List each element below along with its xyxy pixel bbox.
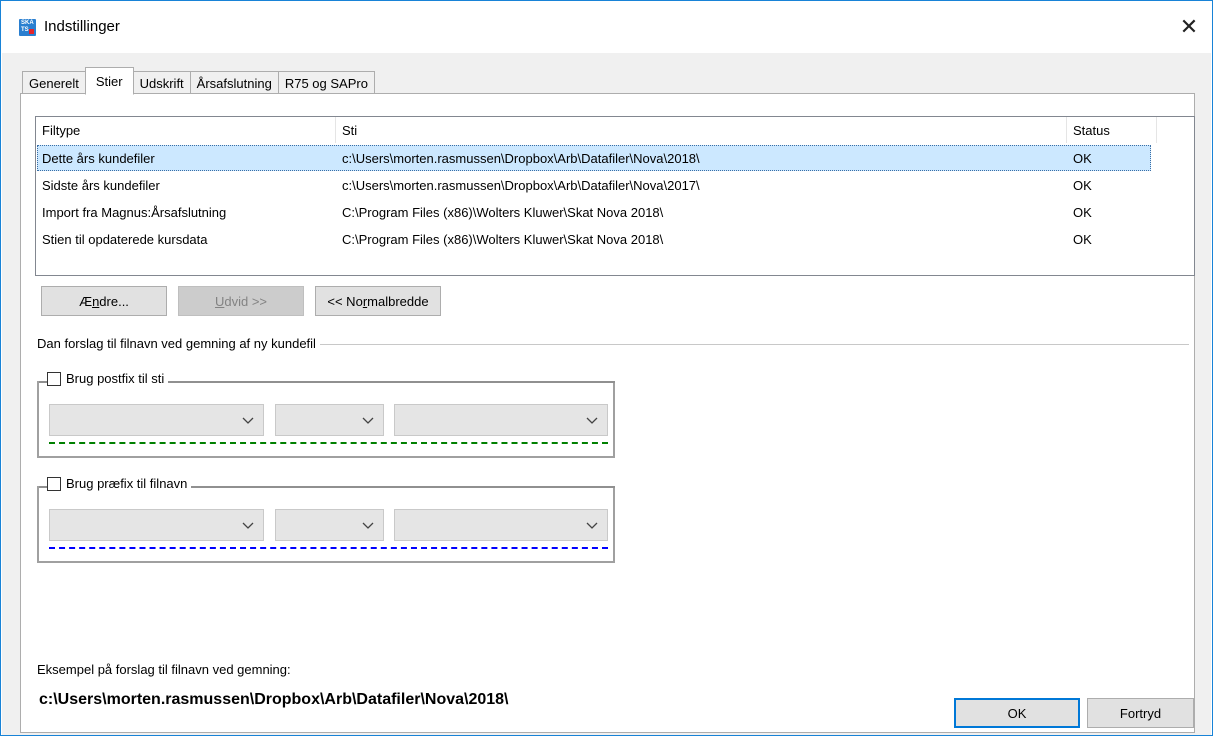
prefix-checkbox-label: Brug præfix til filnavn xyxy=(66,476,188,491)
cell-sti: C:\Program Files (x86)\Wolters Kluwer\Sk… xyxy=(342,231,664,247)
cell-filtype: Stien til opdaterede kursdata xyxy=(42,231,208,247)
prefix-combo-3[interactable] xyxy=(394,509,608,541)
table-row[interactable]: Dette års kundefiler c:\Users\morten.ras… xyxy=(37,145,1151,171)
tab-panel-stier: Filtype Sti Status Dette års kundefiler … xyxy=(20,93,1195,733)
close-button[interactable]: ✕ xyxy=(1166,1,1212,53)
table-row[interactable]: Stien til opdaterede kursdata C:\Program… xyxy=(37,226,1151,252)
aendre-button[interactable]: Æn dre... xyxy=(41,286,167,316)
prefix-checkbox[interactable] xyxy=(47,476,61,491)
column-header-sti[interactable]: Sti xyxy=(336,117,1067,143)
aendre-label-pre: Æ xyxy=(79,293,93,309)
app-icon-text-bottom: TS xyxy=(21,27,29,33)
postfix-combo-3[interactable] xyxy=(394,404,608,436)
cell-filtype: Sidste års kundefiler xyxy=(42,177,160,193)
cell-filtype: Import fra Magnus:Årsafslutning xyxy=(42,204,227,220)
cell-status: OK xyxy=(1073,204,1092,220)
tab-udskrift[interactable]: Udskrift xyxy=(133,71,190,95)
app-icon: SKA TS xyxy=(19,19,36,36)
app-icon-dot xyxy=(29,29,34,34)
udvid-button[interactable]: Udvid >> xyxy=(178,286,304,316)
example-value: c:\Users\morten.rasmussen\Dropbox\Arb\Da… xyxy=(39,691,509,708)
close-icon: ✕ xyxy=(1179,14,1199,39)
normalbredde-button[interactable]: << No r malbredde xyxy=(315,286,441,316)
prefix-combo-1[interactable] xyxy=(49,509,264,541)
udvid-label-accel: U xyxy=(214,293,225,309)
chevron-down-icon xyxy=(362,522,374,529)
example-label: Eksempel på forslag til filnavn ved gemn… xyxy=(37,662,291,677)
tab-stier[interactable]: Stier xyxy=(84,67,134,95)
title-bar: SKA TS Indstillinger ✕ xyxy=(1,1,1212,53)
tab-generelt[interactable]: Generelt xyxy=(22,71,85,95)
aendre-label-post: dre... xyxy=(99,293,129,309)
cell-sti: C:\Program Files (x86)\Wolters Kluwer\Sk… xyxy=(342,204,664,220)
postfix-frame: Brug postfix til sti xyxy=(37,371,615,458)
chevron-down-icon xyxy=(586,417,598,424)
prefix-combo-2[interactable] xyxy=(275,509,384,541)
table-row[interactable]: Sidste års kundefiler c:\Users\morten.ra… xyxy=(37,172,1151,198)
postfix-checkbox[interactable] xyxy=(47,371,61,386)
cell-filtype: Dette års kundefiler xyxy=(42,150,155,166)
tab-aarsafslutning[interactable]: Årsafslutning xyxy=(189,71,278,95)
prefix-checkbox-wrap[interactable]: Brug præfix til filnavn xyxy=(47,476,192,491)
cell-status: OK xyxy=(1073,231,1092,247)
normalbredde-label-post: malbredde xyxy=(367,293,429,309)
paths-list[interactable]: Filtype Sti Status Dette års kundefiler … xyxy=(35,116,1195,276)
postfix-combo-1[interactable] xyxy=(49,404,264,436)
chevron-down-icon xyxy=(242,417,254,424)
chevron-down-icon xyxy=(586,522,598,529)
tab-r75-og-sapro[interactable]: R75 og SAPro xyxy=(277,71,375,95)
cancel-button[interactable]: Fortryd xyxy=(1087,698,1194,728)
aendre-label-accel: n xyxy=(92,293,100,309)
table-row[interactable]: Import fra Magnus:Årsafslutning C:\Progr… xyxy=(37,199,1151,225)
dialog-client-area: Generelt Stier Udskrift Årsafslutning R7… xyxy=(2,53,1211,735)
list-header: Filtype Sti Status xyxy=(36,117,1168,143)
column-header-filtype[interactable]: Filtype xyxy=(36,117,336,143)
prefix-frame: Brug præfix til filnavn xyxy=(37,476,615,563)
udvid-label-post: dvid >> xyxy=(224,293,268,309)
filename-group-label: Dan forslag til filnavn ved gemning af n… xyxy=(37,336,320,351)
cell-sti: c:\Users\morten.rasmussen\Dropbox\Arb\Da… xyxy=(342,150,700,166)
settings-dialog: SKA TS Indstillinger ✕ Generelt Stier Ud… xyxy=(0,0,1213,736)
normalbredde-label-pre: << No xyxy=(327,293,363,309)
postfix-preview-line xyxy=(49,442,608,444)
chevron-down-icon xyxy=(362,417,374,424)
postfix-combo-2[interactable] xyxy=(275,404,384,436)
window-title: Indstillinger xyxy=(44,18,120,35)
cell-status: OK xyxy=(1073,150,1092,166)
chevron-down-icon xyxy=(242,522,254,529)
cell-sti: c:\Users\morten.rasmussen\Dropbox\Arb\Da… xyxy=(342,177,700,193)
postfix-checkbox-wrap[interactable]: Brug postfix til sti xyxy=(47,371,169,386)
tab-bar: Generelt Stier Udskrift Årsafslutning R7… xyxy=(22,66,375,95)
cell-status: OK xyxy=(1073,177,1092,193)
prefix-preview-line xyxy=(49,547,608,549)
ok-button[interactable]: OK xyxy=(954,698,1080,728)
postfix-checkbox-label: Brug postfix til sti xyxy=(66,371,165,386)
app-icon-text-top: SKA xyxy=(21,20,34,26)
column-header-status[interactable]: Status xyxy=(1067,117,1157,143)
